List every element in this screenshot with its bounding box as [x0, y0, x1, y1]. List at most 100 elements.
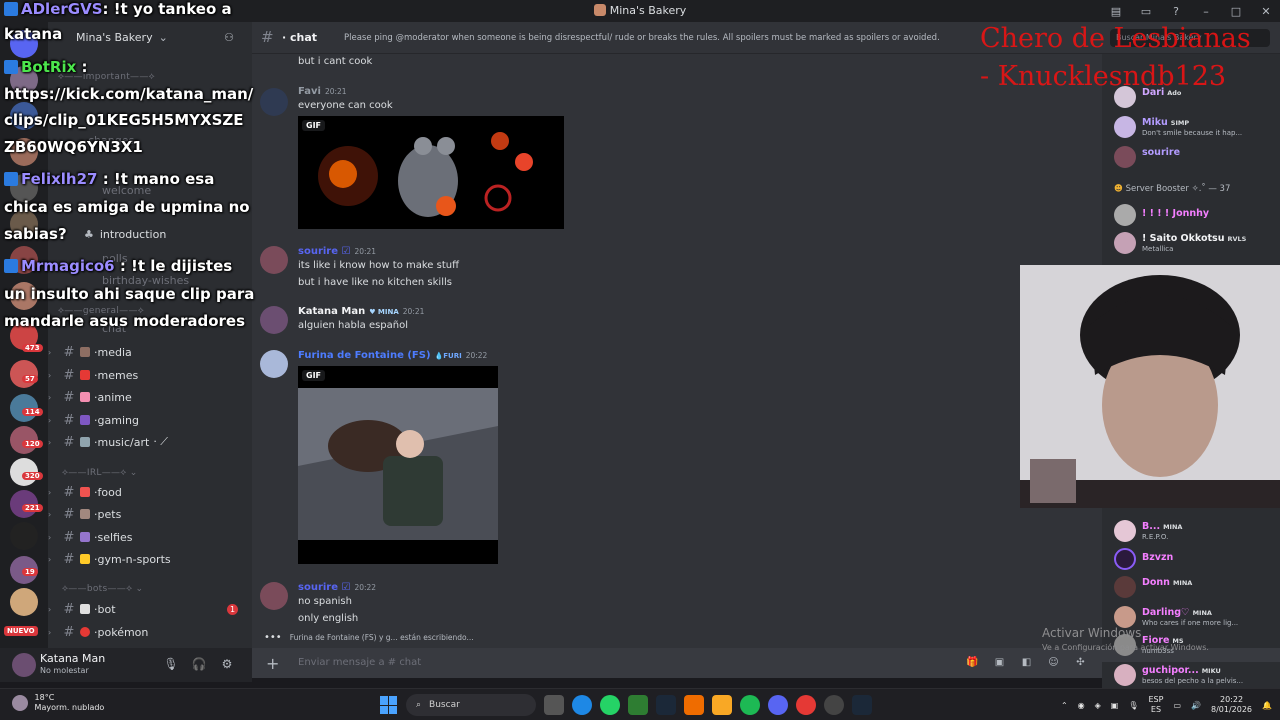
channel-music-art[interactable]: › # · music/art · ⟋	[48, 432, 252, 452]
server-icon-7[interactable]	[10, 246, 38, 274]
help-icon[interactable]: ?	[1168, 3, 1184, 19]
inbox-icon[interactable]: ▤	[1108, 3, 1124, 19]
microphone-icon[interactable]: 🎙	[163, 657, 178, 671]
headphones-icon[interactable]: 🎧	[192, 657, 207, 671]
server-icon-2[interactable]	[10, 66, 38, 94]
windows-start-icon[interactable]	[380, 696, 398, 714]
obs-icon[interactable]	[824, 695, 844, 715]
channel-memes[interactable]: › # · memes	[48, 365, 252, 385]
member-name: sourire	[1142, 147, 1181, 158]
volume-icon[interactable]: 🔊	[1191, 701, 1201, 710]
channel-gym-n-sports[interactable]: › # · gym-n-sports	[48, 549, 252, 569]
avatar[interactable]	[12, 653, 36, 677]
server-icon-8[interactable]	[10, 282, 38, 310]
server-icon-1[interactable]	[10, 30, 38, 58]
gift-icon[interactable]: 🎁	[965, 655, 980, 670]
avatar[interactable]	[260, 88, 288, 116]
whatsapp-icon[interactable]	[600, 695, 620, 715]
microphone-tray-icon[interactable]: 🎙	[1128, 701, 1138, 710]
channel-topic[interactable]: Please ping @moderator when someone is b…	[344, 33, 940, 43]
apps-icon[interactable]: ✣	[1073, 655, 1088, 670]
taskbar-search[interactable]: ⌕ Buscar	[406, 694, 536, 716]
steam-icon[interactable]	[656, 695, 676, 715]
channel-gaming[interactable]: › # · gaming	[48, 410, 252, 430]
language-indicator[interactable]: ESP ES	[1149, 695, 1164, 715]
server-icon-3[interactable]	[10, 102, 38, 130]
member-item[interactable]: Bzvzn	[1102, 546, 1280, 574]
steam-icon-2[interactable]	[852, 695, 872, 715]
tray-icon[interactable]: ◈	[1095, 701, 1101, 710]
category-general[interactable]: ⟡——general——⟡	[58, 306, 144, 316]
message-author[interactable]: Katana Man ♥ MINA 20:21	[298, 306, 424, 317]
xbox-icon[interactable]	[628, 695, 648, 715]
channel-media[interactable]: › # · media	[48, 342, 252, 362]
close-icon[interactable]: ✕	[1258, 3, 1274, 19]
server-icon-5[interactable]	[10, 174, 38, 202]
add-attachment-icon[interactable]: +	[266, 654, 279, 673]
message-author[interactable]: sourire ☑ 20:22	[298, 582, 376, 593]
clock[interactable]: 20:22 8/01/2026	[1211, 695, 1252, 715]
gif-icon[interactable]: ▣	[992, 655, 1007, 670]
notification-icon[interactable]: 🔔	[1262, 701, 1272, 710]
edge-icon[interactable]	[572, 695, 592, 715]
folder-icon[interactable]	[712, 695, 732, 715]
channel-bot[interactable]: › # · bot 1	[48, 599, 252, 619]
category-bots[interactable]: ⟡——bots——⟡ ⌄	[62, 584, 143, 594]
member-item[interactable]: ! ! ! ! Jonnhy	[1102, 202, 1280, 230]
channel-pets[interactable]: › # · pets	[48, 504, 252, 524]
channel-anime[interactable]: › # · anime	[48, 387, 252, 407]
member-item[interactable]: sourire	[1102, 144, 1280, 172]
member-item[interactable]: ! Saito Okkotsu RVLS Metallica	[1102, 230, 1280, 258]
tray-icon[interactable]: ◉	[1078, 701, 1085, 710]
server-icon-15[interactable]	[10, 522, 38, 550]
server-header[interactable]: Mina's Bakery ⌄ ⚇	[48, 22, 252, 52]
spotify-icon[interactable]	[740, 695, 760, 715]
server-name: Mina's Bakery	[76, 30, 153, 44]
discord-icon[interactable]	[768, 695, 788, 715]
member-item[interactable]: Miku SIMP Don't smile because it hap...	[1102, 114, 1280, 142]
overlay-line: - Knucklesndb123	[980, 61, 1227, 92]
server-icon-6[interactable]	[10, 210, 38, 238]
avatar[interactable]	[260, 350, 288, 378]
member-item[interactable]: guchipor... MIKU besos del pecho a la pel…	[1102, 662, 1280, 688]
server-badge: 120	[22, 440, 43, 448]
category-important[interactable]: ⟡——important——⟡	[58, 72, 155, 82]
channel-selfies[interactable]: › # · selfies	[48, 527, 252, 547]
server-badge: 114	[22, 408, 43, 416]
taskview-icon[interactable]	[544, 695, 564, 715]
sticker-icon[interactable]: ◧	[1019, 655, 1034, 670]
member-item[interactable]: B... MINA R.E.P.O.	[1102, 518, 1280, 546]
channel-pokemon[interactable]: › # · pokémon	[48, 622, 252, 642]
add-member-icon[interactable]: ⚇	[224, 31, 234, 44]
gif-embed[interactable]: GIF	[298, 366, 498, 564]
message-author[interactable]: sourire ☑ 20:21	[298, 246, 376, 257]
screen-icon[interactable]: ▭	[1138, 3, 1154, 19]
gear-icon[interactable]: ⚙	[220, 657, 234, 671]
category-irl[interactable]: ⟡——IRL——⟡ ⌄	[62, 468, 138, 478]
avatar[interactable]	[260, 306, 288, 334]
weather-widget[interactable]: 18°C Mayorm. nublado	[12, 693, 104, 713]
chevron-up-icon[interactable]: ⌃	[1061, 701, 1068, 710]
emoji-icon[interactable]: ☺	[1046, 655, 1061, 670]
message-input[interactable]: Enviar mensaje a # chat	[298, 657, 421, 668]
server-icon-4[interactable]	[10, 138, 38, 166]
server-icon-17[interactable]	[10, 588, 38, 616]
vlc-icon[interactable]	[684, 695, 704, 715]
activate-windows-title: Activar Windows	[1042, 626, 1142, 640]
message-author[interactable]: Favi 20:21	[298, 86, 347, 97]
avatar[interactable]	[260, 582, 288, 610]
channel-food[interactable]: › # · food	[48, 482, 252, 502]
avatar[interactable]	[260, 246, 288, 274]
chrome-icon[interactable]	[796, 695, 816, 715]
maximize-icon[interactable]: □	[1228, 3, 1244, 19]
message-author[interactable]: Furina de Fontaine (FS) 💧FURI 20:22	[298, 350, 487, 361]
server-icon-10[interactable]	[10, 360, 38, 388]
server-badge: 473	[22, 344, 43, 352]
channel-introduction[interactable]: ♣ introduction	[48, 224, 252, 244]
member-item[interactable]: Donn MINA	[1102, 574, 1280, 602]
network-icon[interactable]: ▭	[1173, 701, 1181, 710]
tray-icon[interactable]: ▣	[1111, 701, 1119, 710]
minimize-icon[interactable]: –	[1198, 3, 1214, 19]
typing-indicator: ••• Furina de Fontaine (FS) y g... están …	[264, 632, 474, 643]
gif-embed[interactable]: GIF	[298, 116, 564, 229]
